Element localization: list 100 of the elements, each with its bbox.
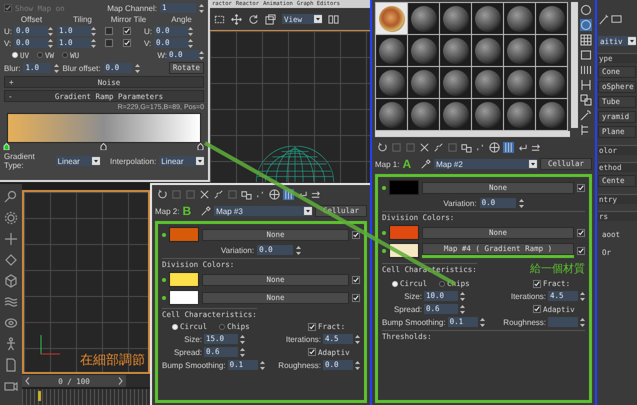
magnifier-icon[interactable] bbox=[4, 190, 18, 204]
spinner-icon[interactable] bbox=[580, 318, 585, 326]
color-swatch[interactable] bbox=[169, 272, 199, 287]
sample-slot[interactable] bbox=[536, 99, 567, 130]
scrollbar[interactable] bbox=[375, 131, 570, 137]
map-name-field[interactable]: Map #3 bbox=[214, 206, 312, 216]
cube-icon[interactable] bbox=[4, 274, 18, 288]
wand-icon[interactable] bbox=[598, 14, 609, 25]
map-name-field[interactable]: Map #2 bbox=[434, 159, 537, 169]
sample-slot[interactable] bbox=[408, 67, 439, 98]
checkbox[interactable] bbox=[123, 27, 131, 35]
checkbox[interactable] bbox=[577, 184, 585, 192]
cross-icon[interactable] bbox=[199, 188, 210, 200]
dropdown[interactable]: Linear bbox=[56, 156, 100, 166]
spinner-icon[interactable] bbox=[134, 64, 140, 72]
color-swatch[interactable] bbox=[389, 225, 419, 240]
sample-slot[interactable] bbox=[472, 99, 503, 130]
ring-icon[interactable] bbox=[4, 316, 18, 330]
spinner-icon[interactable] bbox=[460, 304, 465, 314]
chain-link-icon[interactable] bbox=[213, 188, 224, 200]
bars-icon[interactable] bbox=[580, 64, 592, 76]
checkbox[interactable] bbox=[105, 39, 113, 47]
column-icon[interactable] bbox=[503, 142, 514, 152]
spinner-icon[interactable] bbox=[460, 292, 465, 300]
gradient-flag[interactable] bbox=[197, 143, 204, 150]
forward-arrow-icon[interactable] bbox=[531, 142, 542, 152]
cross-icon[interactable] bbox=[419, 142, 430, 152]
wave-icon[interactable] bbox=[4, 295, 18, 309]
sample-slot[interactable] bbox=[536, 67, 567, 98]
gradient-flag[interactable] bbox=[3, 143, 10, 150]
color-swatch[interactable] bbox=[169, 227, 199, 242]
sample-slot[interactable] bbox=[408, 35, 439, 66]
sample-slot[interactable] bbox=[536, 35, 567, 66]
checkbox[interactable] bbox=[308, 348, 316, 356]
rollout-toggle[interactable]: - bbox=[9, 92, 19, 100]
spinner-icon[interactable] bbox=[199, 4, 204, 12]
sample-slot[interactable] bbox=[376, 3, 407, 34]
spinner-icon[interactable] bbox=[355, 334, 360, 344]
checkbox[interactable] bbox=[577, 246, 585, 254]
sample-slot[interactable] bbox=[440, 3, 471, 34]
sample-slot[interactable] bbox=[536, 3, 567, 34]
chain-link-icon[interactable] bbox=[433, 142, 444, 152]
number-field[interactable] bbox=[548, 317, 578, 327]
spinner-icon[interactable] bbox=[296, 246, 302, 254]
sample-slot[interactable] bbox=[472, 35, 503, 66]
eyedropper-icon[interactable] bbox=[200, 206, 212, 216]
checkbox[interactable] bbox=[533, 305, 541, 313]
rollout-toggle[interactable]: + bbox=[9, 78, 19, 86]
sample-slot[interactable] bbox=[440, 35, 471, 66]
monitor-icon[interactable] bbox=[611, 14, 622, 25]
figure-icon[interactable] bbox=[4, 337, 18, 351]
checkbox[interactable] bbox=[577, 228, 585, 236]
checkbox[interactable] bbox=[352, 230, 360, 238]
scrollbar[interactable] bbox=[571, 2, 578, 128]
timeline-track[interactable] bbox=[22, 389, 150, 405]
sphere-icon[interactable] bbox=[580, 4, 592, 16]
checkbox[interactable] bbox=[308, 322, 316, 330]
radio-button[interactable] bbox=[62, 52, 68, 58]
square-icon[interactable] bbox=[580, 49, 592, 61]
wand-icon[interactable] bbox=[580, 109, 592, 121]
sample-slot[interactable] bbox=[408, 3, 439, 34]
spinner-icon[interactable] bbox=[355, 360, 360, 370]
diamond-icon[interactable] bbox=[4, 253, 18, 267]
move-icon[interactable] bbox=[231, 14, 242, 24]
bracket-icon[interactable] bbox=[580, 79, 592, 91]
plus-icon[interactable] bbox=[4, 232, 18, 246]
scale-icon[interactable] bbox=[265, 14, 276, 24]
pivot-icon[interactable] bbox=[328, 14, 339, 24]
sphere-icon[interactable] bbox=[580, 19, 592, 31]
radio-button[interactable] bbox=[219, 324, 226, 330]
sample-slot[interactable] bbox=[504, 3, 535, 34]
select-region-icon[interactable] bbox=[214, 14, 225, 24]
sample-slot[interactable] bbox=[440, 67, 471, 98]
rotate-icon[interactable] bbox=[248, 14, 259, 24]
checkbox[interactable] bbox=[533, 280, 541, 288]
sample-slot[interactable] bbox=[504, 35, 535, 66]
color-swatch[interactable] bbox=[169, 290, 199, 305]
sample-slot[interactable] bbox=[376, 35, 407, 66]
squares-icon[interactable] bbox=[461, 142, 472, 152]
checkbox[interactable] bbox=[352, 294, 360, 302]
sample-slot[interactable] bbox=[376, 99, 407, 130]
sample-slot[interactable] bbox=[472, 3, 503, 34]
dropdown[interactable]: Linear bbox=[159, 156, 204, 166]
sample-slot[interactable] bbox=[440, 99, 471, 130]
checkbox[interactable] bbox=[105, 27, 113, 35]
spinner-icon[interactable] bbox=[240, 348, 245, 356]
radio-button[interactable] bbox=[37, 52, 44, 58]
spinner-icon[interactable] bbox=[580, 292, 585, 300]
checkbox[interactable] bbox=[352, 276, 360, 284]
sample-slot[interactable] bbox=[376, 67, 407, 98]
gear-icon[interactable] bbox=[4, 211, 18, 225]
sample-slot[interactable] bbox=[408, 99, 439, 130]
forward-arrow-icon[interactable] bbox=[311, 188, 322, 200]
sample-slot[interactable] bbox=[504, 99, 535, 130]
eyedropper-icon[interactable] bbox=[420, 158, 432, 170]
spinner-icon[interactable] bbox=[54, 64, 60, 72]
spinner-icon[interactable] bbox=[518, 198, 524, 208]
spinner-icon[interactable] bbox=[240, 334, 245, 344]
checker-icon[interactable] bbox=[580, 34, 592, 46]
radio-button[interactable] bbox=[439, 280, 446, 286]
